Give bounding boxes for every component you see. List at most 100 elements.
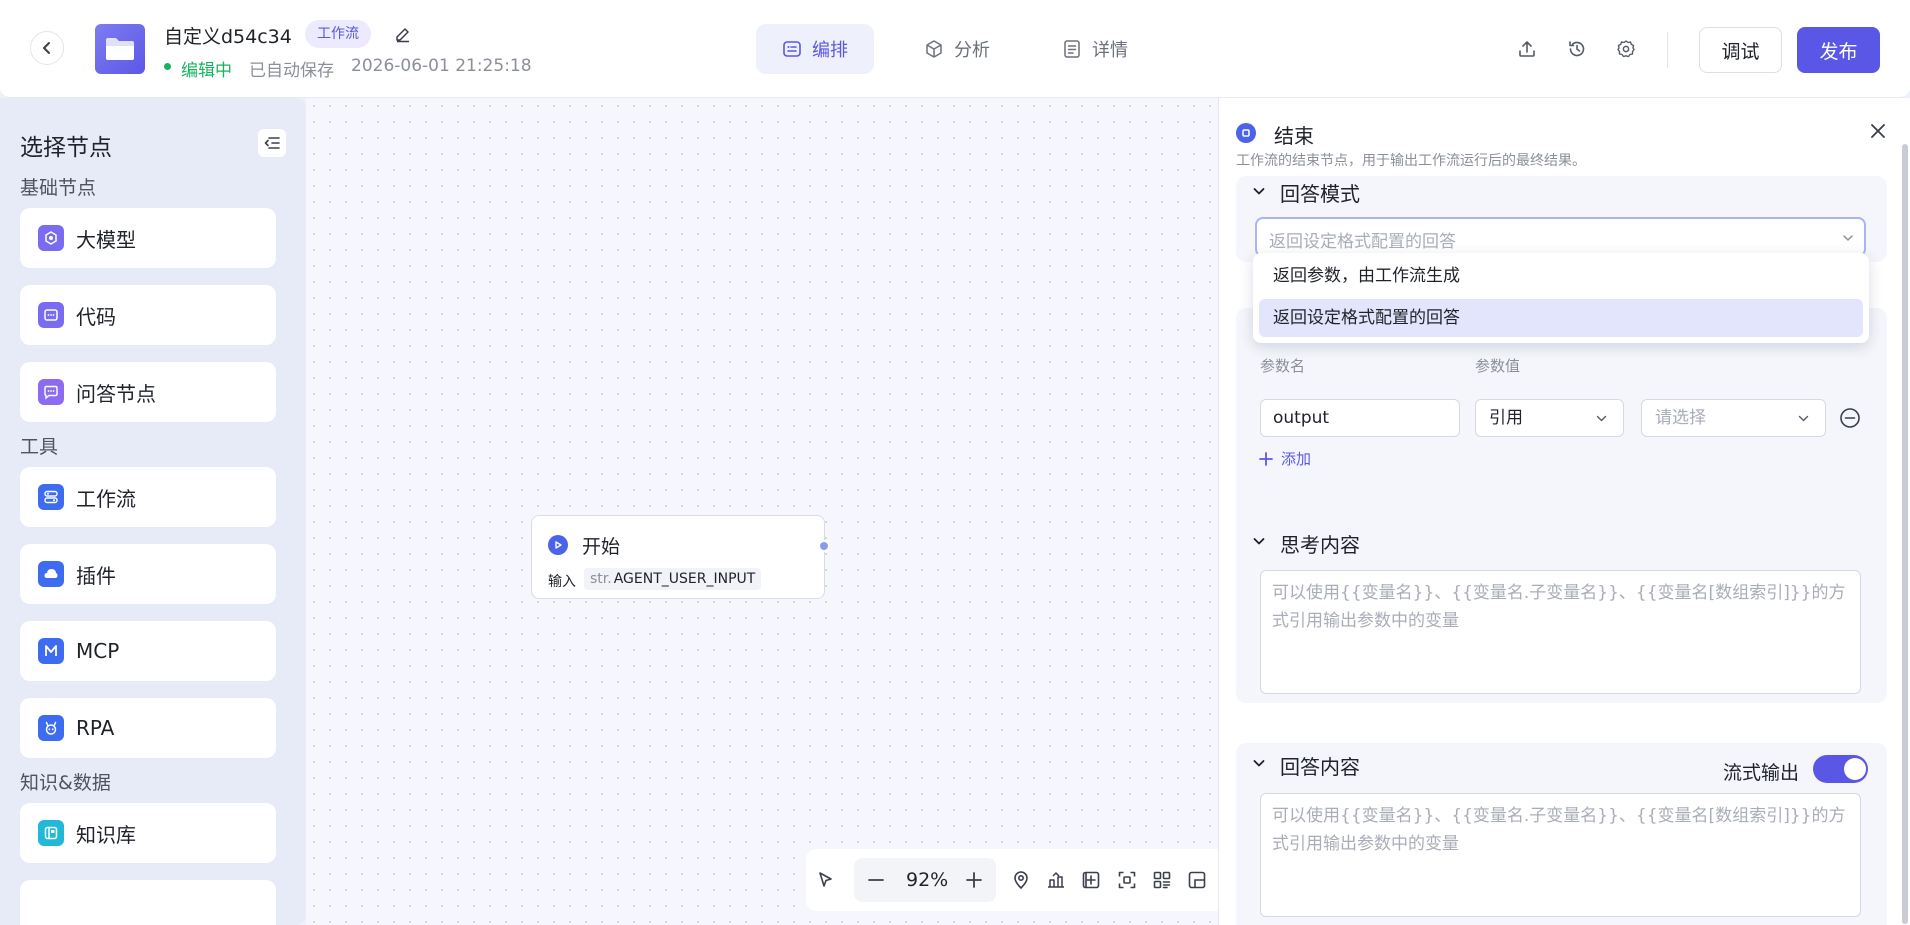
variable-name: AGENT_USER_INPUT (613, 571, 756, 587)
debug-button[interactable]: 调试 (1699, 27, 1782, 73)
tab-analysis[interactable]: 分析 (898, 24, 1016, 74)
chevron-down-icon (1843, 235, 1853, 241)
collapse-panel-button[interactable] (258, 129, 286, 157)
node-plugin[interactable]: 插件 (20, 544, 276, 604)
param-name-header: 参数名 (1260, 357, 1306, 375)
panel-scrollbar[interactable] (1902, 144, 1908, 924)
node-knowledge-base[interactable]: 知识库 (20, 803, 276, 863)
param-name-input[interactable]: output (1260, 399, 1460, 437)
param-value-header: 参数值 (1475, 357, 1521, 375)
autosave-status: 已自动保存 (249, 61, 334, 81)
dropdown-option-formatted-answer[interactable]: 返回设定格式配置的回答 (1259, 299, 1863, 337)
start-node[interactable]: 开始 输入 str. AGENT_USER_INPUT (531, 515, 825, 599)
param-ref-type-select[interactable]: 引用 (1475, 399, 1624, 437)
layout-icon (783, 41, 801, 57)
minimap-icon[interactable] (1185, 868, 1209, 892)
stream-output-label: 流式输出 (1723, 762, 1800, 784)
folder-icon (106, 38, 134, 60)
node-qa-label: 问答节点 (76, 381, 156, 406)
add-param-label: 添加 (1281, 450, 1312, 468)
panel-node-description: 工作流的结束节点，用于输出工作流运行后的最终结果。 (1236, 153, 1586, 169)
add-node-icon[interactable] (1079, 868, 1103, 892)
document-icon (1064, 40, 1080, 58)
grid-layout-icon[interactable] (1150, 868, 1174, 892)
pointer-icon[interactable] (814, 868, 838, 892)
top-header: 自定义d54c34 工作流 编辑中 已自动保存 2026-06-01 21:25… (0, 0, 1910, 98)
answer-mode-value: 返回设定格式配置的回答 (1269, 232, 1456, 252)
zoom-out-icon[interactable] (864, 868, 888, 892)
toggle-knob (1844, 758, 1866, 780)
settings-icon[interactable] (1614, 37, 1638, 61)
param-ref-value-select[interactable]: 请选择 (1641, 399, 1826, 437)
node-llm[interactable]: 大模型 (20, 208, 276, 268)
tab-orchestrate[interactable]: 编排 (756, 24, 874, 74)
variable-type: str. (590, 571, 612, 587)
param-ref-type-value: 引用 (1489, 408, 1523, 428)
input-variable-chip: str. AGENT_USER_INPUT (584, 568, 762, 590)
collapse-icon (264, 137, 280, 149)
zoom-level: 92% (906, 869, 949, 891)
edit-status: 编辑中 (181, 61, 232, 81)
node-workflow-label: 工作流 (76, 486, 136, 511)
workflow-icon (38, 484, 64, 510)
node-code[interactable]: 代码 (20, 285, 276, 345)
code-icon (38, 302, 64, 328)
workflow-type-tag: 工作流 (305, 20, 371, 48)
back-button[interactable] (30, 31, 64, 65)
edit-icon[interactable] (394, 25, 412, 43)
thinking-content-title: 思考内容 (1280, 533, 1360, 557)
node-rpa[interactable]: RPA (20, 698, 276, 758)
chat-icon (38, 379, 64, 405)
answer-mode-select[interactable]: 返回设定格式配置的回答 (1255, 217, 1866, 257)
node-plugin-label: 插件 (76, 563, 116, 588)
node-rpa-label: RPA (76, 716, 115, 740)
node-mcp-label: MCP (76, 639, 120, 663)
zoom-control: 92% (854, 858, 996, 902)
publish-button[interactable]: 发布 (1797, 27, 1880, 73)
node-qa[interactable]: 问答节点 (20, 362, 276, 422)
start-node-input-label: 输入 (548, 574, 576, 590)
status-dot (164, 63, 171, 70)
section-knowledge-data: 知识&数据 (20, 772, 111, 794)
remove-param-icon[interactable] (1839, 407, 1861, 429)
answer-mode-title: 回答模式 (1280, 182, 1360, 206)
app-title: 自定义d54c34 (164, 26, 292, 48)
tab-analysis-label: 分析 (954, 40, 990, 61)
history-icon[interactable] (1565, 37, 1589, 61)
chevron-down-icon[interactable] (1252, 534, 1266, 548)
chevron-left-icon (43, 42, 50, 54)
workflow-canvas[interactable] (306, 98, 1218, 925)
stream-output-toggle[interactable] (1813, 755, 1868, 783)
zoom-in-icon[interactable] (962, 868, 986, 892)
close-icon[interactable] (1867, 120, 1889, 142)
save-timestamp: 2026-06-01 21:25:18 (351, 56, 532, 76)
add-param-button[interactable]: 添加 (1259, 448, 1311, 469)
node-llm-label: 大模型 (76, 227, 136, 252)
dropdown-option-return-params[interactable]: 返回参数，由工作流生成 (1259, 257, 1863, 295)
node-workflow[interactable]: 工作流 (20, 467, 276, 527)
canvas-toolbar: 92% (806, 849, 1218, 911)
fit-view-icon[interactable] (1115, 868, 1139, 892)
chevron-down-icon[interactable] (1252, 184, 1266, 198)
auto-layout-icon[interactable] (1044, 868, 1068, 892)
panel-title: 选择节点 (20, 135, 112, 161)
start-node-output-port[interactable] (818, 540, 830, 552)
thinking-content-textarea[interactable]: 可以使用{{变量名}}、{{变量名.子变量名}}、{{变量名[数组索引]}}的方… (1260, 570, 1861, 694)
play-icon (548, 535, 568, 555)
start-node-title: 开始 (582, 536, 621, 558)
knowledge-base-icon (38, 820, 64, 846)
tab-details-label: 详情 (1092, 40, 1128, 61)
rpa-icon (38, 715, 64, 741)
node-card-partial[interactable] (20, 880, 276, 925)
node-mcp[interactable]: MCP (20, 621, 276, 681)
chevron-down-icon[interactable] (1252, 756, 1266, 770)
locate-icon[interactable] (1009, 868, 1033, 892)
tab-orchestrate-label: 编排 (812, 40, 848, 61)
node-knowledge-base-label: 知识库 (76, 822, 136, 847)
answer-content-textarea[interactable]: 可以使用{{变量名}}、{{变量名.子变量名}}、{{变量名[数组索引]}}的方… (1260, 793, 1861, 917)
export-icon[interactable] (1515, 37, 1539, 61)
chevron-down-icon (1596, 415, 1607, 422)
cube-icon (926, 40, 942, 58)
tab-details[interactable]: 详情 (1036, 24, 1154, 74)
mcp-icon (38, 638, 64, 664)
